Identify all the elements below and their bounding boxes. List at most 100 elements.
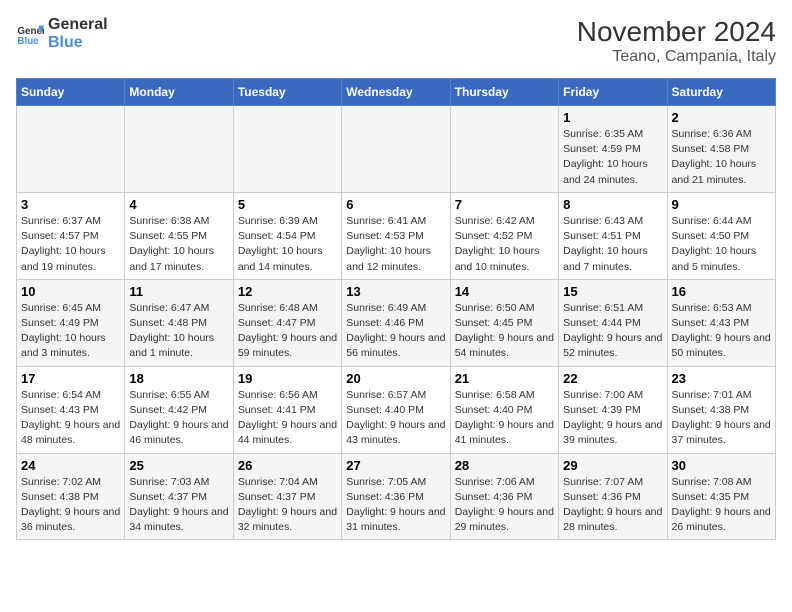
day-info: Sunrise: 6:35 AM Sunset: 4:59 PM Dayligh… [563, 127, 662, 188]
day-number: 26 [238, 458, 337, 473]
day-number: 7 [455, 197, 554, 212]
calendar-cell: 14 Sunrise: 6:50 AM Sunset: 4:45 PM Dayli… [450, 279, 558, 366]
weekday-header: Monday [125, 79, 233, 106]
day-number: 28 [455, 458, 554, 473]
day-number: 2 [672, 110, 771, 125]
calendar-cell: 17 Sunrise: 6:54 AM Sunset: 4:43 PM Dayli… [17, 366, 125, 453]
calendar-title: November 2024 [577, 16, 776, 48]
weekday-header: Friday [559, 79, 667, 106]
calendar-cell: 1 Sunrise: 6:35 AM Sunset: 4:59 PM Daylig… [559, 106, 667, 193]
day-number: 19 [238, 371, 337, 386]
calendar-cell: 16Sunrise: 6:53 AM Sunset: 4:43 PM Dayli… [667, 279, 775, 366]
calendar-cell [342, 106, 450, 193]
calendar-week-row: 24 Sunrise: 7:02 AM Sunset: 4:38 PM Dayli… [17, 453, 776, 540]
weekday-header: Saturday [667, 79, 775, 106]
calendar-cell: 23Sunrise: 7:01 AM Sunset: 4:38 PM Dayli… [667, 366, 775, 453]
day-info: Sunrise: 6:36 AM Sunset: 4:58 PM Dayligh… [672, 127, 771, 188]
logo-line1: General [48, 16, 108, 34]
day-number: 13 [346, 284, 445, 299]
calendar-table: SundayMondayTuesdayWednesdayThursdayFrid… [16, 78, 776, 540]
page-header: General Blue General Blue November 2024 … [16, 16, 776, 66]
calendar-cell: 25Sunrise: 7:03 AM Sunset: 4:37 PM Dayli… [125, 453, 233, 540]
logo-icon: General Blue [16, 20, 44, 48]
calendar-cell: 5 Sunrise: 6:39 AM Sunset: 4:54 PM Daylig… [233, 192, 341, 279]
day-number: 29 [563, 458, 662, 473]
day-number: 15 [563, 284, 662, 299]
day-number: 25 [129, 458, 228, 473]
day-number: 3 [21, 197, 120, 212]
calendar-cell: 3 Sunrise: 6:37 AM Sunset: 4:57 PM Daylig… [17, 192, 125, 279]
day-info: Sunrise: 6:45 AM Sunset: 4:49 PM Dayligh… [21, 301, 120, 362]
calendar-cell: 13 Sunrise: 6:49 AM Sunset: 4:46 PM Dayli… [342, 279, 450, 366]
day-info: Sunrise: 7:08 AM Sunset: 4:35 PM Dayligh… [672, 475, 771, 536]
calendar-week-row: 17 Sunrise: 6:54 AM Sunset: 4:43 PM Dayli… [17, 366, 776, 453]
calendar-subtitle: Teano, Campania, Italy [577, 48, 776, 66]
day-number: 30 [672, 458, 771, 473]
day-number: 9 [672, 197, 771, 212]
day-number: 5 [238, 197, 337, 212]
day-info: Sunrise: 6:47 AM Sunset: 4:48 PM Dayligh… [129, 301, 228, 362]
day-number: 22 [563, 371, 662, 386]
day-number: 14 [455, 284, 554, 299]
calendar-cell: 6Sunrise: 6:41 AM Sunset: 4:53 PM Daylig… [342, 192, 450, 279]
day-number: 23 [672, 371, 771, 386]
calendar-week-row: 3 Sunrise: 6:37 AM Sunset: 4:57 PM Daylig… [17, 192, 776, 279]
day-number: 10 [21, 284, 120, 299]
day-number: 1 [563, 110, 662, 125]
day-number: 12 [238, 284, 337, 299]
day-info: Sunrise: 6:44 AM Sunset: 4:50 PM Dayligh… [672, 214, 771, 275]
day-info: Sunrise: 6:58 AM Sunset: 4:40 PM Dayligh… [455, 388, 554, 449]
calendar-cell: 30 Sunrise: 7:08 AM Sunset: 4:35 PM Dayli… [667, 453, 775, 540]
calendar-cell [17, 106, 125, 193]
day-number: 17 [21, 371, 120, 386]
day-info: Sunrise: 6:49 AM Sunset: 4:46 PM Dayligh… [346, 301, 445, 362]
day-info: Sunrise: 7:05 AM Sunset: 4:36 PM Dayligh… [346, 475, 445, 536]
weekday-header: Sunday [17, 79, 125, 106]
day-number: 4 [129, 197, 228, 212]
day-info: Sunrise: 6:57 AM Sunset: 4:40 PM Dayligh… [346, 388, 445, 449]
day-info: Sunrise: 7:02 AM Sunset: 4:38 PM Dayligh… [21, 475, 120, 536]
weekday-header: Thursday [450, 79, 558, 106]
calendar-cell: 27 Sunrise: 7:05 AM Sunset: 4:36 PM Dayli… [342, 453, 450, 540]
day-number: 21 [455, 371, 554, 386]
calendar-cell: 8Sunrise: 6:43 AM Sunset: 4:51 PM Daylig… [559, 192, 667, 279]
calendar-cell: 26 Sunrise: 7:04 AM Sunset: 4:37 PM Dayli… [233, 453, 341, 540]
calendar-cell: 15 Sunrise: 6:51 AM Sunset: 4:44 PM Dayli… [559, 279, 667, 366]
day-number: 11 [129, 284, 228, 299]
calendar-cell: 22 Sunrise: 7:00 AM Sunset: 4:39 PM Dayli… [559, 366, 667, 453]
day-info: Sunrise: 6:42 AM Sunset: 4:52 PM Dayligh… [455, 214, 554, 275]
calendar-cell: 20 Sunrise: 6:57 AM Sunset: 4:40 PM Dayli… [342, 366, 450, 453]
calendar-cell: 19 Sunrise: 6:56 AM Sunset: 4:41 PM Dayli… [233, 366, 341, 453]
day-number: 24 [21, 458, 120, 473]
day-info: Sunrise: 7:00 AM Sunset: 4:39 PM Dayligh… [563, 388, 662, 449]
day-info: Sunrise: 6:56 AM Sunset: 4:41 PM Dayligh… [238, 388, 337, 449]
day-number: 6 [346, 197, 445, 212]
day-number: 20 [346, 371, 445, 386]
day-info: Sunrise: 6:39 AM Sunset: 4:54 PM Dayligh… [238, 214, 337, 275]
calendar-cell [125, 106, 233, 193]
weekday-header: Wednesday [342, 79, 450, 106]
calendar-cell: 10 Sunrise: 6:45 AM Sunset: 4:49 PM Dayli… [17, 279, 125, 366]
calendar-cell: 2 Sunrise: 6:36 AM Sunset: 4:58 PM Daylig… [667, 106, 775, 193]
day-number: 27 [346, 458, 445, 473]
day-info: Sunrise: 6:37 AM Sunset: 4:57 PM Dayligh… [21, 214, 120, 275]
day-number: 18 [129, 371, 228, 386]
calendar-cell: 29 Sunrise: 7:07 AM Sunset: 4:36 PM Dayli… [559, 453, 667, 540]
calendar-cell: 11 Sunrise: 6:47 AM Sunset: 4:48 PM Dayli… [125, 279, 233, 366]
calendar-week-row: 10 Sunrise: 6:45 AM Sunset: 4:49 PM Dayli… [17, 279, 776, 366]
day-info: Sunrise: 6:53 AM Sunset: 4:43 PM Dayligh… [672, 301, 771, 362]
day-info: Sunrise: 6:54 AM Sunset: 4:43 PM Dayligh… [21, 388, 120, 449]
logo-line2: Blue [48, 34, 108, 52]
calendar-cell: 9 Sunrise: 6:44 AM Sunset: 4:50 PM Daylig… [667, 192, 775, 279]
calendar-cell [233, 106, 341, 193]
calendar-cell [450, 106, 558, 193]
day-info: Sunrise: 6:50 AM Sunset: 4:45 PM Dayligh… [455, 301, 554, 362]
calendar-cell: 12Sunrise: 6:48 AM Sunset: 4:47 PM Dayli… [233, 279, 341, 366]
svg-text:Blue: Blue [17, 35, 39, 46]
calendar-cell: 21 Sunrise: 6:58 AM Sunset: 4:40 PM Dayli… [450, 366, 558, 453]
weekday-header: Tuesday [233, 79, 341, 106]
day-info: Sunrise: 6:51 AM Sunset: 4:44 PM Dayligh… [563, 301, 662, 362]
day-info: Sunrise: 7:07 AM Sunset: 4:36 PM Dayligh… [563, 475, 662, 536]
day-info: Sunrise: 7:04 AM Sunset: 4:37 PM Dayligh… [238, 475, 337, 536]
day-info: Sunrise: 6:43 AM Sunset: 4:51 PM Dayligh… [563, 214, 662, 275]
